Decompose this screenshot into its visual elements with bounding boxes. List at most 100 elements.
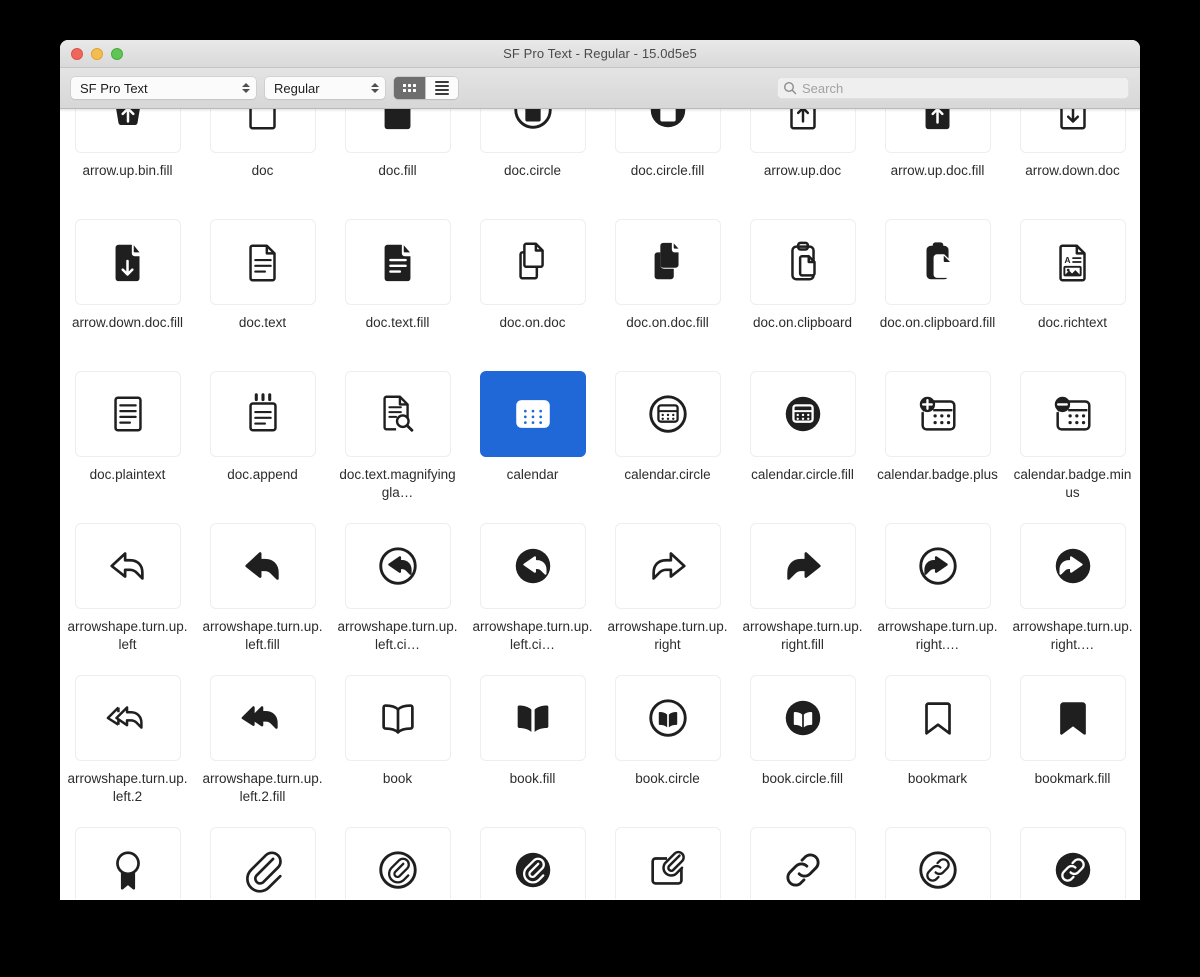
symbol-tile[interactable] bbox=[884, 675, 991, 761]
symbol-cell-doc-on-clipboard-fill[interactable]: doc.on.clipboard.fill bbox=[870, 219, 1005, 332]
zoom-button[interactable] bbox=[111, 48, 123, 60]
symbol-cell-doc-append[interactable]: doc.append bbox=[195, 371, 330, 502]
symbol-tile[interactable] bbox=[749, 827, 856, 899]
symbol-cell-doc-text-magnifyingglass[interactable]: doc.text.magnifyinggla… bbox=[330, 371, 465, 502]
symbol-tile[interactable] bbox=[1019, 675, 1126, 761]
search-field[interactable]: Search bbox=[777, 77, 1129, 99]
symbol-cell-book-circle[interactable]: book.circle bbox=[600, 675, 735, 806]
symbol-cell-arrowshape-turn-up-left-circle[interactable]: arrowshape.turn.up.left.ci… bbox=[330, 523, 465, 654]
symbol-cell-doc-fill[interactable]: doc.fill bbox=[330, 109, 465, 180]
symbol-tile[interactable] bbox=[209, 371, 316, 457]
symbol-cell-arrow-up-doc[interactable]: arrow.up.doc bbox=[735, 109, 870, 180]
symbol-cell-arrow-down-doc[interactable]: arrow.down.doc bbox=[1005, 109, 1140, 180]
symbol-tile[interactable] bbox=[74, 109, 181, 153]
font-family-select[interactable]: SF Pro Text bbox=[71, 77, 256, 99]
symbol-cell-book[interactable]: book bbox=[330, 675, 465, 806]
symbol-cell-calendar-circle[interactable]: calendar.circle bbox=[600, 371, 735, 502]
symbol-cell-doc-on-clipboard[interactable]: doc.on.clipboard bbox=[735, 219, 870, 332]
symbol-tile[interactable] bbox=[614, 109, 721, 153]
symbol-cell-bookmark[interactable]: bookmark bbox=[870, 675, 1005, 806]
symbol-tile[interactable] bbox=[344, 219, 451, 305]
symbol-tile[interactable] bbox=[749, 371, 856, 457]
symbol-cell-arrowshape-turn-up-left-2[interactable]: arrowshape.turn.up.left.2 bbox=[60, 675, 195, 806]
symbol-tile[interactable] bbox=[749, 523, 856, 609]
symbol-cell-arrow-down-doc-fill[interactable]: arrow.down.doc.fill bbox=[60, 219, 195, 332]
symbol-tile[interactable] bbox=[209, 675, 316, 761]
symbol-cell-paperclip-circle[interactable] bbox=[330, 827, 465, 899]
symbol-tile[interactable] bbox=[209, 109, 316, 153]
symbol-tile[interactable]: A bbox=[1019, 219, 1126, 305]
symbol-tile[interactable] bbox=[884, 827, 991, 899]
symbol-cell-paperclip[interactable] bbox=[195, 827, 330, 899]
symbol-cell-rectangle-and-paperclip[interactable] bbox=[600, 827, 735, 899]
symbol-tile[interactable] bbox=[749, 219, 856, 305]
symbol-tile[interactable] bbox=[614, 219, 721, 305]
symbol-tile[interactable] bbox=[209, 523, 316, 609]
symbol-cell-doc-text-fill[interactable]: doc.text.fill bbox=[330, 219, 465, 332]
symbol-tile[interactable] bbox=[74, 827, 181, 899]
list-view-button[interactable] bbox=[426, 77, 458, 99]
symbol-cell-calendar[interactable]: calendar bbox=[465, 371, 600, 502]
symbol-cell-arrowshape-turn-up-right-circle[interactable]: arrowshape.turn.up.right.… bbox=[870, 523, 1005, 654]
symbol-tile[interactable] bbox=[1019, 523, 1126, 609]
symbol-cell-book-circle-fill[interactable]: book.circle.fill bbox=[735, 675, 870, 806]
symbol-cell-calendar-badge-minus[interactable]: calendar.badge.minus bbox=[1005, 371, 1140, 502]
symbol-tile[interactable] bbox=[749, 675, 856, 761]
symbol-tile[interactable] bbox=[479, 827, 586, 899]
symbol-tile[interactable] bbox=[209, 219, 316, 305]
symbol-cell-link-circle[interactable] bbox=[870, 827, 1005, 899]
symbol-cell-doc-circle[interactable]: doc.circle bbox=[465, 109, 600, 180]
symbol-tile[interactable] bbox=[344, 827, 451, 899]
close-button[interactable] bbox=[71, 48, 83, 60]
symbol-tile[interactable] bbox=[884, 109, 991, 153]
search-input[interactable]: Search bbox=[802, 81, 843, 96]
symbol-tile[interactable] bbox=[344, 371, 451, 457]
symbol-tile[interactable] bbox=[479, 371, 586, 457]
symbol-tile[interactable] bbox=[479, 523, 586, 609]
symbol-cell-arrowshape-turn-up-right-fill[interactable]: arrowshape.turn.up.right.fill bbox=[735, 523, 870, 654]
symbol-tile[interactable] bbox=[884, 523, 991, 609]
symbol-cell-arrowshape-turn-up-left-fill[interactable]: arrowshape.turn.up.left.fill bbox=[195, 523, 330, 654]
symbol-tile[interactable] bbox=[1019, 109, 1126, 153]
symbol-tile[interactable] bbox=[74, 675, 181, 761]
symbol-cell-paperclip-circle-fill[interactable] bbox=[465, 827, 600, 899]
symbol-tile[interactable] bbox=[344, 109, 451, 153]
symbol-cell-calendar-circle-fill[interactable]: calendar.circle.fill bbox=[735, 371, 870, 502]
symbol-cell-bookmark-fill[interactable]: bookmark.fill bbox=[1005, 675, 1140, 806]
symbol-cell-arrowshape-turn-up-left-2-fill[interactable]: arrowshape.turn.up.left.2.fill bbox=[195, 675, 330, 806]
symbol-tile[interactable] bbox=[479, 219, 586, 305]
symbol-cell-doc-text[interactable]: doc.text bbox=[195, 219, 330, 332]
symbol-tile[interactable] bbox=[344, 523, 451, 609]
view-mode-segmented-control[interactable] bbox=[394, 77, 458, 99]
symbol-tile[interactable] bbox=[479, 675, 586, 761]
symbol-cell-link[interactable] bbox=[735, 827, 870, 899]
symbol-tile[interactable] bbox=[614, 675, 721, 761]
symbol-cell-arrowshape-turn-up-left-circle-fill[interactable]: arrowshape.turn.up.left.ci… bbox=[465, 523, 600, 654]
symbol-cell-arrow-up-bin-fill[interactable]: arrow.up.bin.fill bbox=[60, 109, 195, 180]
symbol-cell-book-fill[interactable]: book.fill bbox=[465, 675, 600, 806]
symbol-cell-calendar-badge-plus[interactable]: calendar.badge.plus bbox=[870, 371, 1005, 502]
symbol-tile[interactable] bbox=[1019, 827, 1126, 899]
symbol-tile[interactable] bbox=[479, 109, 586, 153]
symbol-cell-rosette[interactable] bbox=[60, 827, 195, 899]
symbol-tile[interactable] bbox=[884, 219, 991, 305]
symbol-cell-arrowshape-turn-up-right[interactable]: arrowshape.turn.up.right bbox=[600, 523, 735, 654]
symbol-tile[interactable] bbox=[614, 827, 721, 899]
symbol-cell-arrowshape-turn-up-left[interactable]: arrowshape.turn.up.left bbox=[60, 523, 195, 654]
symbol-cell-doc[interactable]: doc bbox=[195, 109, 330, 180]
window-controls[interactable] bbox=[71, 48, 123, 60]
symbol-tile[interactable] bbox=[749, 109, 856, 153]
symbol-cell-doc-on-doc-fill[interactable]: doc.on.doc.fill bbox=[600, 219, 735, 332]
symbol-grid[interactable]: arrow.up.bin.fill doc doc.fill doc.circl… bbox=[60, 109, 1140, 899]
symbol-cell-link-circle-fill[interactable] bbox=[1005, 827, 1140, 899]
symbol-cell-doc-plaintext[interactable]: doc.plaintext bbox=[60, 371, 195, 502]
minimize-button[interactable] bbox=[91, 48, 103, 60]
symbol-tile[interactable] bbox=[614, 523, 721, 609]
symbol-tile[interactable] bbox=[209, 827, 316, 899]
symbol-tile[interactable] bbox=[344, 675, 451, 761]
symbol-cell-doc-circle-fill[interactable]: doc.circle.fill bbox=[600, 109, 735, 180]
font-style-select[interactable]: Regular bbox=[265, 77, 385, 99]
symbol-cell-doc-richtext[interactable]: A doc.richtext bbox=[1005, 219, 1140, 332]
symbol-tile[interactable] bbox=[74, 371, 181, 457]
symbol-cell-arrow-up-doc-fill[interactable]: arrow.up.doc.fill bbox=[870, 109, 1005, 180]
